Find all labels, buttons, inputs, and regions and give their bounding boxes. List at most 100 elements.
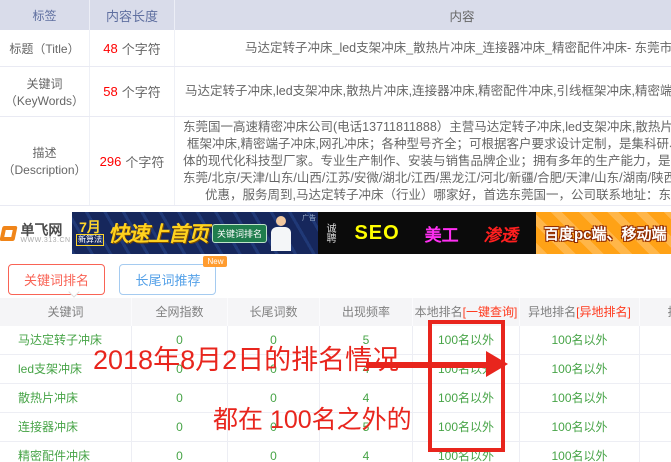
cell-clipped <box>640 413 671 442</box>
description-count-number: 296 <box>100 154 122 169</box>
site-logo[interactable]: 单飞网 WWW.313.CN <box>0 212 72 254</box>
site-logo-name: 单飞网 <box>20 223 70 237</box>
keywords-label: 关键词 （KeyWords） <box>0 67 90 116</box>
recruit-ad-banner[interactable]: 诚聘 SEO 美工 渗透 <box>318 212 536 254</box>
cell-clipped <box>640 326 671 355</box>
cell-local-rank: 100名以外 <box>413 355 520 384</box>
cell-remote-rank: 100名以外 <box>520 442 640 462</box>
cell-longtail: 0 <box>228 355 320 384</box>
cell-frequency: 4 <box>320 442 413 462</box>
description-line: 东莞/北京/天津/山东/山西/江苏/安微/湖北/江西/黑龙江/河北/新疆/合肥/… <box>175 170 671 187</box>
cell-frequency: 5 <box>320 413 413 442</box>
meta-table-header: 标签 内容长度 内容 <box>0 0 671 30</box>
cell-frequency: 4 <box>320 355 413 384</box>
col-keyword: 关键词 <box>0 298 132 326</box>
meta-table: 标签 内容长度 内容 标题（Title） 48 个字符 马达定转子冲床_led支… <box>0 0 671 206</box>
baidu-ad-banner[interactable]: 百度pc端、移动端 <box>536 212 671 254</box>
cell-remote-rank: 100名以外 <box>520 384 640 413</box>
col-local-rank-label: 本地排名 <box>415 305 463 319</box>
meta-row-keywords: 关键词 （KeyWords） 58 个字符 马达定转子冲床,led支架冲床,散热… <box>0 67 671 117</box>
remote-rank-link[interactable]: [异地排名] <box>576 305 631 319</box>
recruit-item-pentest: 渗透 <box>484 221 518 246</box>
keywords-count-suffix: 个字符 <box>122 82 161 101</box>
cell-longtail: 0 <box>228 384 320 413</box>
tab-longtail-label: 长尾词推荐 <box>135 273 200 288</box>
cell-local-rank: 100名以外 <box>413 442 520 462</box>
ad-label: 广告 <box>302 213 316 223</box>
recruit-vertical-text: 诚聘 <box>324 223 334 243</box>
col-clipped: 排名 <box>640 298 671 326</box>
description-content-cell: 东莞国一高速精密冲床公司(电话13711811888）主营马达定转子冲床,led… <box>175 117 671 205</box>
description-label-line1: 描述 <box>32 144 56 161</box>
title-count-number: 48 <box>103 41 117 56</box>
tab-keyword-rank[interactable]: 关键词排名 <box>8 264 105 295</box>
cell-longtail: 0 <box>228 442 320 462</box>
seo-ad-banner[interactable]: 7月 新算法 快速上首页 关键词排名 广告 <box>72 212 318 254</box>
col-index: 全网指数 <box>132 298 228 326</box>
one-click-query-link[interactable]: [一键查询] <box>463 305 518 319</box>
cell-keyword[interactable]: 精密配件冲床 <box>0 442 132 462</box>
meta-row-title: 标题（Title） 48 个字符 马达定转子冲床_led支架冲床_散热片冲床_连… <box>0 30 671 67</box>
title-content: 马达定转子冲床_led支架冲床_散热片冲床_连接器冲床_精密配件冲床- 东莞市国… <box>175 40 671 57</box>
cell-local-rank: 100名以外 <box>413 326 520 355</box>
meta-header-length: 内容长度 <box>90 0 175 30</box>
algo-month: 7月 <box>76 221 104 234</box>
description-line: 优惠，服务周到,马达定转子冲床（行业）哪家好，首选东莞国一，公司联系地址：东莞市… <box>175 187 671 204</box>
col-frequency: 出现频率 <box>320 298 413 326</box>
cell-clipped <box>640 355 671 384</box>
description-line: 体的现代化科技型厂家。专业生产制作、安装与销售品牌企业；拥有多年的生产能力，是优… <box>175 153 671 170</box>
cell-clipped <box>640 442 671 462</box>
description-line: 东莞国一高速精密冲床公司(电话13711811888）主营马达定转子冲床,led… <box>175 119 671 136</box>
recruit-item-art: 美工 <box>425 221 459 246</box>
keywords-label-line1: 关键词 <box>26 75 62 92</box>
keywords-count: 58 个字符 <box>90 67 175 116</box>
meta-header-content: 内容 <box>175 0 671 30</box>
cell-clipped <box>640 384 671 413</box>
algo-block: 7月 新算法 <box>76 221 104 246</box>
keywords-label-line2: （KeyWords） <box>5 92 84 109</box>
title-count: 48 个字符 <box>90 30 175 66</box>
col-longtail-count: 长尾词数 <box>228 298 320 326</box>
ad-banner-strip: 单飞网 WWW.313.CN 7月 新算法 快速上首页 关键词排名 广告 诚聘 … <box>0 212 671 254</box>
description-line: 框架冲床,精密端子冲床,网孔冲床；各种型号齐全；可根据客户要求设计定制，是集科研… <box>175 136 671 153</box>
keywords-content-cell: 马达定转子冲床,led支架冲床,散热片冲床,连接器冲床,精密配件冲床,引线框架冲… <box>175 67 671 116</box>
tab-longtail-suggest[interactable]: 长尾词推荐 New <box>119 264 216 295</box>
presenter-photo <box>270 216 292 252</box>
cell-frequency: 4 <box>320 384 413 413</box>
tab-bar: 关键词排名 长尾词推荐 New <box>8 264 671 292</box>
cell-index: 0 <box>132 442 228 462</box>
cell-keyword[interactable]: led支架冲床 <box>0 355 132 384</box>
page: 标签 内容长度 内容 标题（Title） 48 个字符 马达定转子冲床_led支… <box>0 0 671 462</box>
cell-index: 0 <box>132 413 228 442</box>
cell-longtail: 0 <box>228 413 320 442</box>
algo-label: 新算法 <box>76 234 104 246</box>
recruit-item-seo: SEO <box>354 222 399 245</box>
cell-keyword[interactable]: 散热片冲床 <box>0 384 132 413</box>
title-label: 标题（Title） <box>0 30 90 66</box>
meta-row-description: 描述 （Description） 296 个字符 东莞国一高速精密冲床公司(电话… <box>0 117 671 206</box>
ad-headline: 快速上首页 <box>108 218 208 248</box>
title-content-cell: 马达定转子冲床_led支架冲床_散热片冲床_连接器冲床_精密配件冲床- 东莞市国… <box>175 30 671 66</box>
description-count-suffix: 个字符 <box>125 152 164 171</box>
description-count: 296 个字符 <box>90 117 175 205</box>
title-count-suffix: 个字符 <box>122 39 161 58</box>
cell-keyword[interactable]: 马达定转子冲床 <box>0 326 132 355</box>
rank-table: 关键词 全网指数 长尾词数 出现频率 本地排名[一键查询] 异地排名[异地排名]… <box>0 298 671 462</box>
meta-header-label: 标签 <box>0 0 90 30</box>
cell-remote-rank: 100名以外 <box>520 355 640 384</box>
cell-remote-rank: 100名以外 <box>520 326 640 355</box>
description-label-line2: （Description） <box>2 161 86 178</box>
cell-local-rank: 100名以外 <box>413 413 520 442</box>
keywords-count-number: 58 <box>103 84 117 99</box>
cell-keyword[interactable]: 连接器冲床 <box>0 413 132 442</box>
danfei-logo-icon <box>0 226 18 241</box>
cell-remote-rank: 100名以外 <box>520 413 640 442</box>
cell-index: 0 <box>132 384 228 413</box>
col-local-rank: 本地排名[一键查询] <box>413 298 520 326</box>
new-badge: New <box>203 256 227 267</box>
keyword-rank-badge: 关键词排名 <box>212 224 267 243</box>
baidu-ad-text: 百度pc端、移动端 <box>544 223 667 244</box>
cell-index: 0 <box>132 326 228 355</box>
keywords-content: 马达定转子冲床,led支架冲床,散热片冲床,连接器冲床,精密配件冲床,引线框架冲… <box>175 83 671 100</box>
cell-local-rank: 100名以外 <box>413 384 520 413</box>
